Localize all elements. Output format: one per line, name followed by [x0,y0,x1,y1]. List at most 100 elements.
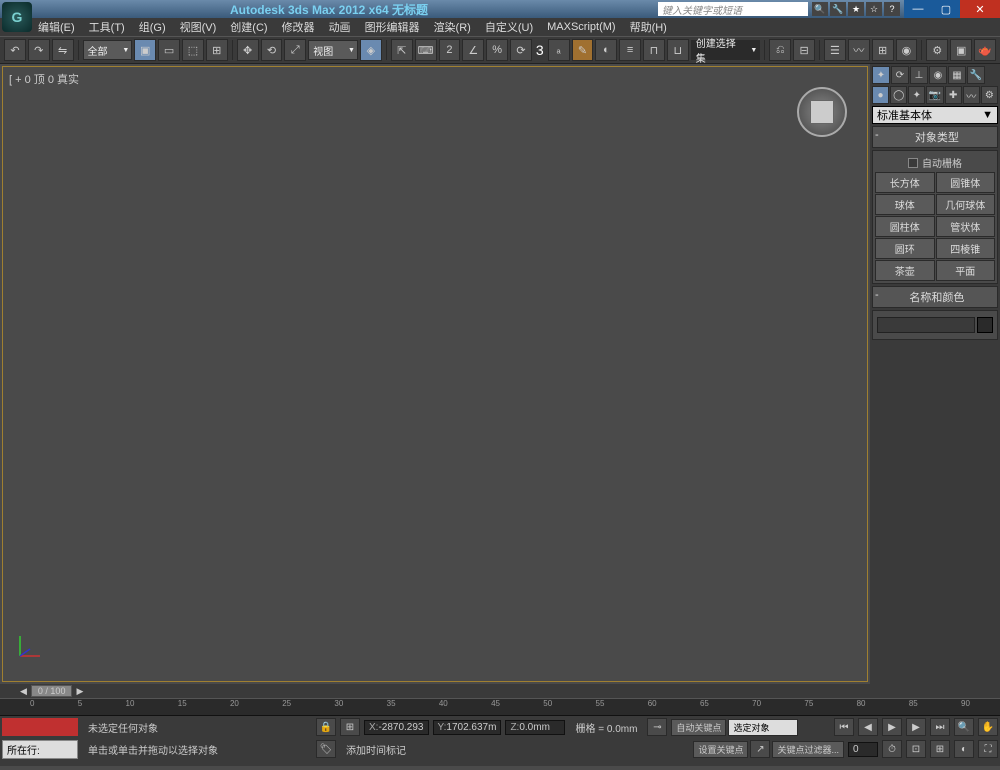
x-coordinate[interactable]: X:-2870.293 [364,720,429,735]
play-icon[interactable]: ▶ [882,718,902,736]
lights-cat[interactable]: ✦ [908,86,925,104]
layer-button[interactable]: ☰ [824,39,846,61]
viewport-label[interactable]: [ + 0 顶 0 真实 [9,71,79,87]
shapes-cat[interactable]: ◯ [890,86,907,104]
curve-editor-button[interactable]: 〰 [848,39,870,61]
menu-edit[interactable]: 编辑(E) [34,19,79,35]
scale-button[interactable]: ⤢ [284,39,306,61]
named-selection-dropdown[interactable]: 创建选择集 [691,40,761,60]
quick-align-button[interactable]: ⊔ [667,39,689,61]
hierarchy-tab[interactable]: ⊥ [910,66,928,84]
keyboard-shortcut-button[interactable]: ⌨ [415,39,437,61]
z-coordinate[interactable]: Z:0.0mm [505,720,565,735]
menu-maxscript[interactable]: MAXScript(M) [543,21,619,33]
set-key-button[interactable]: 设置关键点 [693,741,748,758]
coord-display-icon[interactable]: ⊞ [340,718,360,736]
menu-group[interactable]: 组(G) [135,19,170,35]
render-button[interactable]: 🫖 [974,39,996,61]
viewcube[interactable] [797,87,847,137]
menu-views[interactable]: 视图(V) [176,19,221,35]
next-frame-icon[interactable]: ▶ [906,718,926,736]
snap-button[interactable]: ⊓ [643,39,665,61]
selection-filter-dropdown[interactable]: 全部 [83,40,133,60]
render-setup-button[interactable]: ⚙ [926,39,948,61]
search-input[interactable]: 键入关键字或短语 [658,2,808,16]
teapot-button[interactable]: 茶壶 [875,260,935,281]
pivot-center-button[interactable]: ◈ [360,39,382,61]
helpers-cat[interactable]: ✚ [945,86,962,104]
torus-button[interactable]: 圆环 [875,238,935,259]
goto-end-icon[interactable]: ⏭ [930,718,950,736]
menu-customize[interactable]: 自定义(U) [481,19,537,35]
object-type-rollout-header[interactable]: -对象类型 [872,126,998,148]
snap-2d-button[interactable]: 2 [439,39,461,61]
modify-tab[interactable]: ⟳ [891,66,909,84]
utilities-tab[interactable]: 🔧 [967,66,985,84]
name-color-rollout-header[interactable]: -名称和颜色 [872,286,998,308]
redo-button[interactable]: ↷ [28,39,50,61]
zoom-icon[interactable]: 🔍 [954,718,974,736]
ref-coord-dropdown[interactable]: 视图 [308,40,358,60]
time-config-icon[interactable]: ⏱ [882,740,902,758]
cameras-cat[interactable]: 📷 [926,86,943,104]
fov-icon[interactable]: ◐ [954,740,974,758]
key-filter-icon[interactable]: ↗ [750,740,770,758]
edit-named-sel-button[interactable]: ✎ [572,39,594,61]
key-filter-button[interactable]: 关键点过滤器... [772,741,844,758]
spinner-snap-button[interactable]: ⟳ [510,39,532,61]
key-mode-icon[interactable]: ⊸ [647,718,667,736]
select-object-button[interactable]: ▣ [134,39,156,61]
zoom-all-icon[interactable]: ⊞ [930,740,950,758]
category-dropdown[interactable]: 标准基本体▼ [872,106,998,124]
systems-cat[interactable]: ⚙ [981,86,998,104]
time-tag-icon[interactable]: 🏷 [316,740,336,758]
sphere-button[interactable]: 球体 [875,194,935,215]
help-icon[interactable]: ? [884,2,900,16]
mirror2-button[interactable]: ⎌ [769,39,791,61]
menu-graph[interactable]: 图形编辑器 [361,19,424,35]
viewport[interactable]: [ + 0 顶 0 真实 [2,66,868,682]
maximize-button[interactable]: ▢ [932,0,960,18]
time-slider-thumb[interactable]: 0 / 100 [31,685,73,697]
auto-key-button[interactable]: 自动关键点 [671,719,726,736]
snap-percent-button[interactable]: % [486,39,508,61]
mirror-button[interactable]: ◐ [595,39,617,61]
app-icon[interactable]: G [2,2,32,32]
object-color-swatch[interactable] [977,317,993,333]
snap-angle-button[interactable]: ∠ [462,39,484,61]
menu-help[interactable]: 帮助(H) [626,19,671,35]
max-viewport-icon[interactable]: ⛶ [978,740,998,758]
spacewarps-cat[interactable]: 〰 [963,86,980,104]
cone-button[interactable]: 圆锥体 [936,172,996,193]
y-coordinate[interactable]: Y:1702.637m [433,720,502,735]
zoom-extents-icon[interactable]: ⊡ [906,740,926,758]
schematic-button[interactable]: ⊞ [872,39,894,61]
manipulate-button[interactable]: ⇱ [391,39,413,61]
menu-tools[interactable]: 工具(T) [85,19,129,35]
add-time-tag[interactable]: 添加时间标记 [340,742,412,757]
time-slider[interactable]: ◀ 0 / 100 ▶ [0,684,1000,698]
time-ruler[interactable]: 051015202530354045505560657075808590 [0,698,1000,716]
prev-frame-icon[interactable]: ◀ [858,718,878,736]
motion-tab[interactable]: ◉ [929,66,947,84]
geometry-cat[interactable]: ● [872,86,889,104]
plane-button[interactable]: 平面 [936,260,996,281]
menu-animation[interactable]: 动画 [325,19,355,35]
favorite-icon[interactable]: ☆ [866,2,882,16]
box-button[interactable]: 长方体 [875,172,935,193]
tube-button[interactable]: 管状体 [936,216,996,237]
display-tab[interactable]: ▦ [948,66,966,84]
menu-modifiers[interactable]: 修改器 [278,19,319,35]
move-button[interactable]: ✥ [237,39,259,61]
pyramid-button[interactable]: 四棱锥 [936,238,996,259]
rotate-button[interactable]: ⟲ [261,39,283,61]
select-name-button[interactable]: ▭ [158,39,180,61]
selection-lock-indicator[interactable] [2,718,78,736]
pan-icon[interactable]: ✋ [978,718,998,736]
select-region-button[interactable]: ⬚ [182,39,204,61]
menu-create[interactable]: 创建(C) [226,19,271,35]
frame-spinner[interactable]: 0 [848,742,878,757]
link-button[interactable]: ⇋ [52,39,74,61]
key-icon[interactable]: 🔧 [830,2,846,16]
object-name-input[interactable] [877,317,975,333]
